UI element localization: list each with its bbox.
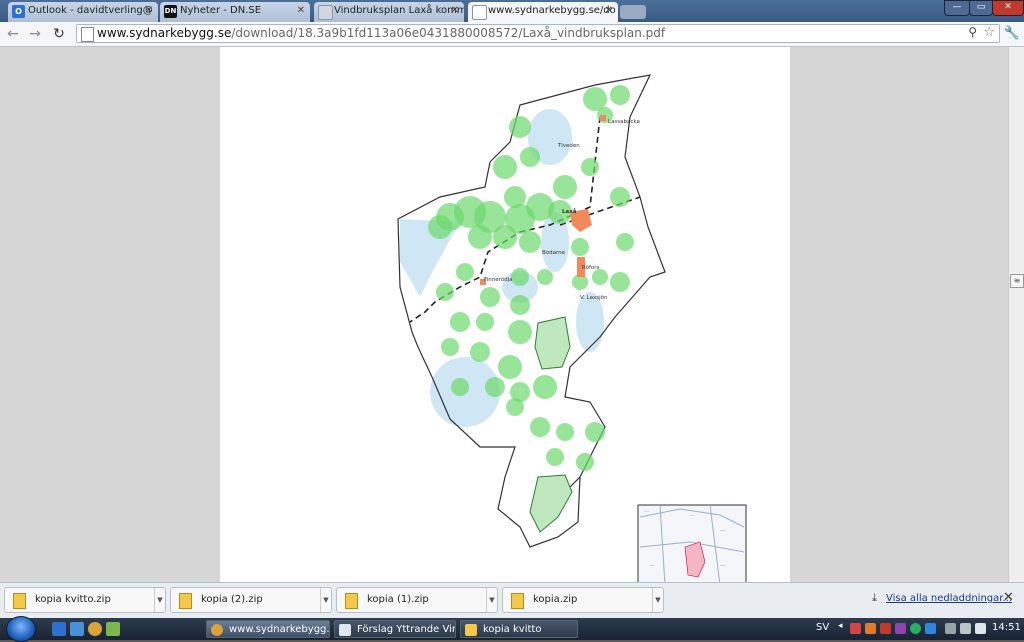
chrome-icon[interactable] <box>88 622 102 636</box>
start-button[interactable] <box>6 616 36 642</box>
show-all-downloads-link[interactable]: Visa alla nedladdningar... <box>886 593 1012 604</box>
map-label: V. Laxsjön <box>580 295 608 301</box>
dn-logo-icon: DN <box>164 5 177 18</box>
close-tab-icon[interactable]: ✕ <box>145 2 153 20</box>
map-label: Finnerödja <box>484 277 513 283</box>
network-icon[interactable] <box>960 623 971 634</box>
map-label: Röfors <box>582 265 600 271</box>
desktop-icon[interactable] <box>70 622 84 636</box>
vertical-scrollbar[interactable] <box>1008 47 1024 582</box>
map-label: Lassabacka <box>608 119 640 125</box>
download-filename: kopia kvitto.zip <box>35 594 111 605</box>
svg-text:····: ···· <box>650 564 654 568</box>
tab-vindbruksplan[interactable]: Vindbruksplan Laxå komm ✕ <box>314 2 464 22</box>
search-icon[interactable]: ⚲ <box>968 25 977 39</box>
url-path: /download/18.3a9b1fd113a06e0431880008572… <box>231 26 666 40</box>
document-icon <box>339 624 351 636</box>
close-icon[interactable]: ✕ <box>1003 590 1014 605</box>
inset-overview-map: ·············· ···· ····· <box>637 504 747 586</box>
taskbar-item-label: www.sydnarkebygg.... <box>229 624 330 635</box>
zip-file-icon <box>13 593 26 609</box>
taskbar-item-label: kopia kvitto <box>483 624 542 635</box>
municipality-map: Laxå Tiveden Röfors Finnerödja Lassaback… <box>397 74 747 586</box>
star-icon[interactable]: ☆ <box>983 25 995 40</box>
tab-sydnarkebygg[interactable]: www.sydnarkebygg.se/do ✕ <box>468 2 618 22</box>
back-icon[interactable]: ← <box>4 25 22 43</box>
zip-file-icon <box>511 593 524 609</box>
tab-label: Nyheter - DN.SE <box>180 5 262 16</box>
system-clock[interactable]: 14:51 <box>992 622 1021 633</box>
tab-label: www.sydnarkebygg.se/do <box>488 5 616 16</box>
browser-toolbar: ← → ↻ www.sydnarkebygg.se/download/18.3a… <box>0 22 1024 47</box>
svg-text:····: ···· <box>690 514 694 518</box>
close-tab-icon[interactable]: ✕ <box>605 2 613 20</box>
download-item[interactable]: kopia.zip ▼ <box>502 587 664 613</box>
svg-text:·····: ····· <box>720 564 726 568</box>
download-arrow-icon: ⤓ <box>872 591 877 604</box>
download-item[interactable]: kopia (2).zip ▼ <box>170 587 332 613</box>
tray-app-icon[interactable] <box>895 623 906 634</box>
map-label: Tiveden <box>557 143 580 149</box>
action-center-icon[interactable] <box>945 623 956 634</box>
scrollbar-thumb[interactable]: ≡ <box>1010 274 1024 288</box>
tab-outlook[interactable]: O Outlook - davidtverling@ ✕ <box>8 2 158 22</box>
map-label: Bodarne <box>542 250 566 256</box>
download-item[interactable]: kopia kvitto.zip ▼ <box>4 587 166 613</box>
chevron-down-icon[interactable]: ▼ <box>154 588 165 612</box>
chevron-down-icon[interactable]: ▼ <box>320 588 331 612</box>
paint-icon[interactable] <box>106 622 120 636</box>
taskbar-item-folder[interactable]: kopia kvitto <box>460 620 578 638</box>
url-text: www.sydnarkebygg.se/download/18.3a9b1fd1… <box>97 26 665 40</box>
url-host: www.sydnarkebygg.se <box>97 26 232 40</box>
language-indicator[interactable]: SV <box>816 622 829 633</box>
map-label: Laxå <box>562 208 577 215</box>
tab-label: Outlook - davidtverling@ <box>28 5 153 16</box>
address-bar[interactable]: www.sydnarkebygg.se/download/18.3a9b1fd1… <box>76 24 1000 43</box>
taskbar-item-browser[interactable]: www.sydnarkebygg.... <box>206 620 330 638</box>
zip-file-icon <box>345 593 358 609</box>
taskbar-item-label: Förslag Yttrande Vin... <box>357 624 455 635</box>
reload-icon[interactable]: ↻ <box>50 25 68 43</box>
close-window-button[interactable]: ✕ <box>992 0 1024 16</box>
chevron-down-icon[interactable]: ▼ <box>486 588 497 612</box>
taskbar-item-document[interactable]: Förslag Yttrande Vin... <box>334 620 456 638</box>
chevron-down-icon[interactable]: ▼ <box>652 588 663 612</box>
close-tab-icon[interactable]: ✕ <box>451 2 459 20</box>
zip-file-icon <box>179 593 192 609</box>
page-icon <box>472 5 487 20</box>
tray-app-icon[interactable] <box>925 623 936 634</box>
forward-icon[interactable]: → <box>26 25 44 43</box>
download-filename: kopia (1).zip <box>367 594 429 605</box>
download-item[interactable]: kopia (1).zip ▼ <box>336 587 498 613</box>
tab-label: Vindbruksplan Laxå komm <box>334 5 464 16</box>
tray-app-icon[interactable] <box>880 623 891 634</box>
page-icon <box>318 5 333 20</box>
wrench-icon[interactable]: 🔧 <box>1003 25 1021 43</box>
outlook-icon: O <box>12 5 25 18</box>
close-tab-icon[interactable]: ✕ <box>297 2 305 20</box>
chrome-icon <box>211 624 223 636</box>
tray-app-icon[interactable] <box>865 623 876 634</box>
download-filename: kopia (2).zip <box>201 594 263 605</box>
svg-text:·····: ····· <box>720 529 726 533</box>
folder-icon <box>465 624 477 636</box>
volume-icon[interactable] <box>975 623 986 634</box>
svg-text:·····: ····· <box>644 510 650 514</box>
page-icon <box>81 27 94 42</box>
maximize-button[interactable]: ▭ <box>969 0 993 16</box>
new-tab-button[interactable] <box>620 5 646 19</box>
outlook-icon[interactable] <box>52 622 66 636</box>
tab-dn[interactable]: DN Nyheter - DN.SE ✕ <box>160 2 310 22</box>
download-filename: kopia.zip <box>533 594 578 605</box>
minimize-button[interactable]: — <box>944 0 970 16</box>
tray-app-icon[interactable] <box>910 623 921 634</box>
tray-expand-icon[interactable]: ◂ <box>838 621 843 631</box>
tray-app-icon[interactable] <box>850 623 861 634</box>
pdf-page: Laxå Tiveden Röfors Finnerödja Lassaback… <box>220 47 790 586</box>
